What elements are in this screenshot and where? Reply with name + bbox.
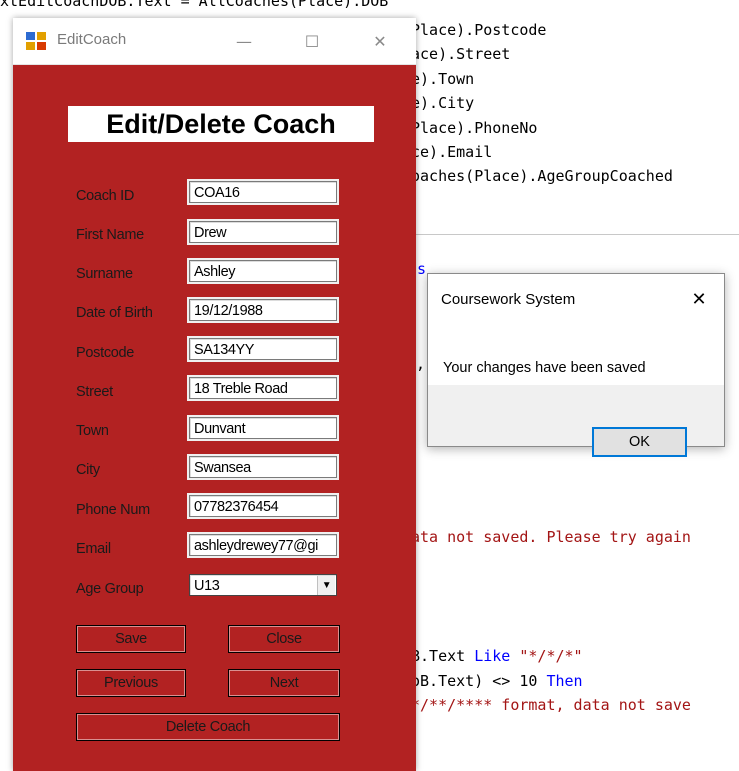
street-input[interactable]: 18 Treble Road xyxy=(187,375,339,401)
code-line: s xyxy=(417,260,427,278)
town-input[interactable]: Dunvant xyxy=(187,415,339,441)
code-line: e).City xyxy=(411,94,475,112)
editor-separator xyxy=(415,234,739,235)
minimize-icon: — xyxy=(236,31,252,51)
surname-input[interactable]: Ashley xyxy=(187,258,339,284)
message-box-title: Coursework System xyxy=(441,291,576,308)
maximize-icon: ☐ xyxy=(304,31,320,51)
label-age-group: Age Group xyxy=(76,581,144,597)
label-phone-num: Phone Num xyxy=(76,502,150,518)
message-box: Coursework System ✕ Your changes have be… xyxy=(427,273,725,457)
code-line: ace).Street xyxy=(411,45,511,63)
label-town: Town xyxy=(76,423,109,439)
next-button[interactable]: Next xyxy=(228,669,340,697)
email-input[interactable]: ashleydrewey77@gi xyxy=(187,532,339,558)
code-line: Place).Postcode xyxy=(411,21,547,39)
save-button[interactable]: Save xyxy=(76,625,186,653)
code-line: B.Text Like "*/*/*" xyxy=(411,647,583,665)
label-email: Email xyxy=(76,541,111,557)
coach-id-input[interactable]: COA16 xyxy=(187,179,339,205)
label-surname: Surname xyxy=(76,266,133,282)
dropdown-arrow-icon[interactable]: ▼ xyxy=(317,576,335,595)
code-line: */**/**** format, data not save xyxy=(411,696,691,714)
code-line: ata not saved. Please try again xyxy=(411,528,691,546)
label-city: City xyxy=(76,462,100,478)
city-input[interactable]: Swansea xyxy=(187,454,339,480)
label-first-name: First Name xyxy=(76,227,144,243)
label-date-of-birth: Date of Birth xyxy=(76,305,153,321)
message-box-titlebar[interactable]: Coursework System ✕ xyxy=(428,274,724,322)
code-line: xtEditCoachDOB.Text = AllCoaches(Place).… xyxy=(0,0,389,10)
code-line: , xyxy=(416,355,426,373)
postcode-input[interactable]: SA134YY xyxy=(187,336,339,362)
delete-coach-button[interactable]: Delete Coach xyxy=(76,713,340,741)
form-title-box: Edit/Delete Coach xyxy=(68,106,374,142)
edit-coach-window: EditCoach — ☐ ✕ Edit/Delete Coach Coach … xyxy=(13,18,416,771)
previous-button[interactable]: Previous xyxy=(76,669,186,697)
phone-num-input[interactable]: 07782376454 xyxy=(187,493,339,519)
label-postcode: Postcode xyxy=(76,345,135,361)
code-line: ce).Email xyxy=(411,143,493,161)
ok-button[interactable]: OK xyxy=(592,427,687,457)
form-title: Edit/Delete Coach xyxy=(106,108,336,139)
window-titlebar[interactable]: EditCoach — ☐ ✕ xyxy=(13,18,416,65)
date-of-birth-input[interactable]: 19/12/1988 xyxy=(187,297,339,323)
label-coach-id: Coach ID xyxy=(76,188,135,204)
window-title: EditCoach xyxy=(57,31,127,48)
label-street: Street xyxy=(76,384,113,400)
age-group-select[interactable]: U13 ▼ xyxy=(189,574,337,596)
message-box-close-button[interactable]: ✕ xyxy=(682,284,716,314)
close-button[interactable]: Close xyxy=(228,625,340,653)
maximize-button[interactable]: ☐ xyxy=(277,18,347,64)
close-icon: ✕ xyxy=(373,31,387,51)
code-line: oB.Text) <> 10 Then xyxy=(411,672,583,690)
close-window-button[interactable]: ✕ xyxy=(345,18,415,64)
code-line: Place).PhoneNo xyxy=(411,119,538,137)
app-form-icon xyxy=(26,32,46,50)
first-name-input[interactable]: Drew xyxy=(187,219,339,245)
message-text: Your changes have been saved xyxy=(443,360,646,376)
age-group-value: U13 xyxy=(194,578,220,594)
minimize-button[interactable]: — xyxy=(209,18,279,64)
close-icon: ✕ xyxy=(691,288,707,310)
code-line: e).Town xyxy=(411,70,475,88)
code-line: oaches(Place).AgeGroupCoached xyxy=(411,167,673,185)
